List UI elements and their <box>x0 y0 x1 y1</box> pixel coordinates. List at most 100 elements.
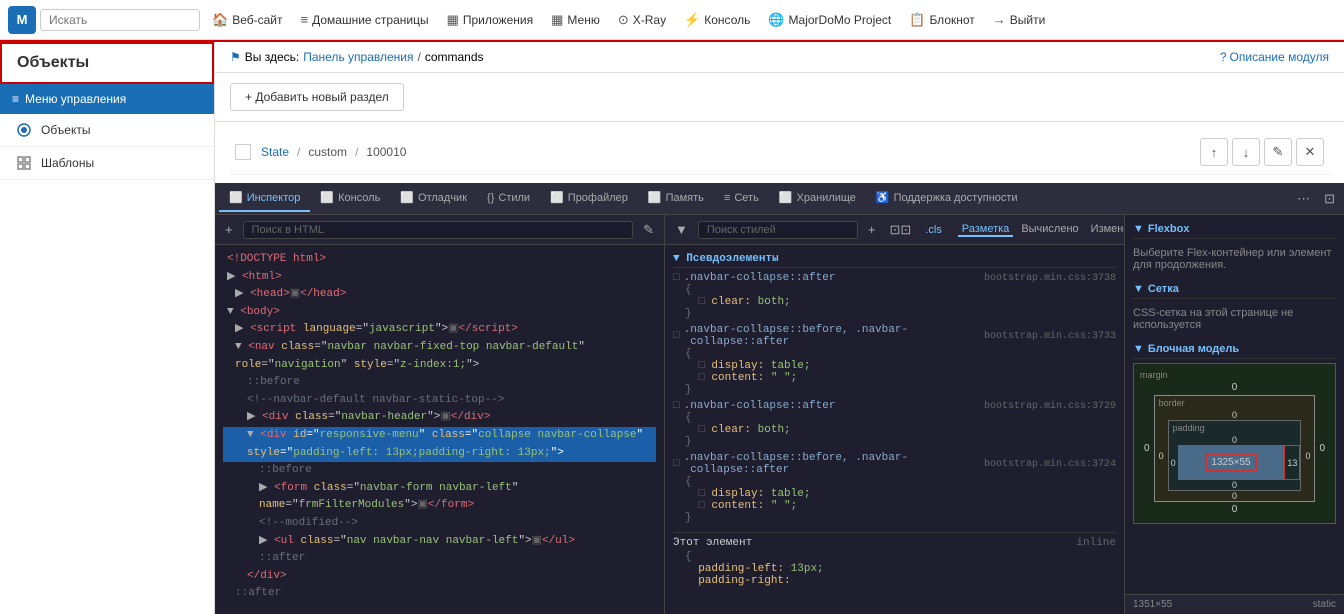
block-model-title[interactable]: ▼ Блочная модель <box>1133 343 1336 359</box>
css-add-button[interactable]: + <box>864 220 880 239</box>
debugger-tab-icon: ⬜ <box>400 191 414 204</box>
css-selector-1[interactable]: □ .navbar-collapse::after bootstrap.min.… <box>673 272 1116 284</box>
nav-item-menu[interactable]: ▦ Меню <box>543 8 608 32</box>
css-rule-1: □ .navbar-collapse::after bootstrap.min.… <box>673 272 1116 320</box>
sidebar-item-objects[interactable]: Объекты <box>0 114 214 147</box>
tab-accessibility[interactable]: ♿ Поддержка доступности <box>866 185 1028 212</box>
tab-memory[interactable]: ⬜ Память <box>638 185 714 212</box>
nav-item-console[interactable]: ⚡ Консоль <box>676 8 758 32</box>
console-icon: ⚡ <box>684 12 700 28</box>
block-model-chevron-icon: ▼ <box>1133 343 1144 355</box>
css-tab-layout[interactable]: Разметка <box>958 223 1014 237</box>
html-line-body[interactable]: ▼ <body> <box>223 304 656 322</box>
sidebar-item-templates[interactable]: Шаблоны <box>0 147 214 180</box>
sep2: / <box>355 145 358 159</box>
nav-item-home-pages[interactable]: ≡ Домашние страницы <box>292 8 436 31</box>
css-cls-button[interactable]: .cls <box>921 222 946 238</box>
row-checkbox[interactable] <box>235 144 251 160</box>
state-label[interactable]: State <box>261 145 289 159</box>
notepad-icon: 📋 <box>909 12 925 28</box>
css-tab-computed[interactable]: Вычислено <box>1017 223 1082 237</box>
html-line-after2[interactable]: ::after <box>223 585 656 603</box>
css-responsive-button[interactable]: ⊡⊡ <box>885 220 915 240</box>
html-line-head[interactable]: ▶ <head>▣</head> <box>223 286 656 304</box>
delete-button[interactable]: ✕ <box>1296 138 1324 166</box>
margin-left-value: 0 <box>1140 395 1154 502</box>
search-input[interactable] <box>40 9 200 31</box>
margin-right-value: 0 <box>1315 395 1329 502</box>
html-line-after1[interactable]: ::after <box>223 550 656 568</box>
edit-button[interactable]: ✎ <box>1264 138 1292 166</box>
devtools-extra-button[interactable]: ⋯ <box>1292 188 1315 210</box>
pages-icon: ≡ <box>300 12 308 27</box>
css-selector-2[interactable]: □ .navbar-collapse::before, .navbar- col… <box>673 324 1116 348</box>
flexbox-title[interactable]: ▼ Flexbox <box>1133 223 1336 239</box>
flag-icon: ⚑ <box>230 50 241 64</box>
nav-item-apps[interactable]: ▦ Приложения <box>439 8 542 32</box>
html-content[interactable]: <!DOCTYPE html> ▶ <html> ▶ <head>▣</head… <box>215 245 664 614</box>
css-filter-button[interactable]: ▼ <box>671 220 692 239</box>
logout-icon: → <box>993 12 1006 27</box>
top-nav-items: 🏠 Веб-сайт ≡ Домашние страницы ▦ Приложе… <box>204 8 1336 32</box>
css-selector-3[interactable]: □ .navbar-collapse::after bootstrap.min.… <box>673 400 1116 412</box>
devtools-resize-button[interactable]: ⊡ <box>1319 188 1340 210</box>
tab-profiler[interactable]: ⬜ Профайлер <box>540 185 638 212</box>
html-line-before1[interactable]: ::before <box>223 374 656 392</box>
css-tab-changes[interactable]: Изменения <box>1087 223 1125 237</box>
css-this-element-source: inline <box>1076 537 1116 549</box>
move-up-button[interactable]: ↑ <box>1200 138 1228 166</box>
html-line-form[interactable]: ▶ <form class="navbar-form navbar-left" … <box>223 480 656 515</box>
breadcrumb-you-are-here: Вы здесь: <box>245 50 299 64</box>
tab-styles[interactable]: {} Стили <box>477 186 540 212</box>
help-link[interactable]: ? Описание модуля <box>1220 50 1329 64</box>
html-edit-button[interactable]: ✎ <box>639 220 658 240</box>
html-line-comment2[interactable]: <!--navbar-default navbar-static-top--> <box>223 392 656 410</box>
padding-label: padding <box>1169 421 1301 435</box>
html-line-ul[interactable]: ▶ <ul class="nav navbar-nav navbar-left"… <box>223 533 656 551</box>
tab-console[interactable]: ⬜ Консоль <box>310 185 390 212</box>
tab-inspector[interactable]: ⬜ Инспектор <box>219 185 310 212</box>
css-search-input[interactable] <box>698 221 858 239</box>
grid-title[interactable]: ▼ Сетка <box>1133 283 1336 299</box>
html-toolbar: + ✎ <box>215 215 664 245</box>
nav-item-logout[interactable]: → Выйти <box>985 8 1054 31</box>
breadcrumb-panel-link[interactable]: Панель управления <box>303 50 413 64</box>
html-line-doctype[interactable]: <!DOCTYPE html> <box>223 251 656 269</box>
move-down-button[interactable]: ↓ <box>1232 138 1260 166</box>
html-add-button[interactable]: + <box>221 220 237 239</box>
row-content: State / custom / 100010 <box>261 145 1190 159</box>
css-this-element-rule: { padding-left: 13px; padding-right: <box>673 551 1116 587</box>
tab-storage[interactable]: ⬜ Хранилище <box>769 185 866 212</box>
tab-debugger[interactable]: ⬜ Отладчик <box>390 185 477 212</box>
flexbox-chevron-icon: ▼ <box>1133 223 1144 235</box>
table-row: State / custom / 100010 ↑ ↓ ✎ ✕ <box>230 130 1329 175</box>
css-selector-4[interactable]: □ .navbar-collapse::before, .navbar- col… <box>673 452 1116 476</box>
html-line-before2[interactable]: ::before <box>223 462 656 480</box>
apps-icon: ▦ <box>447 12 459 28</box>
html-line-nav[interactable]: ▼ <nav class="navbar navbar-fixed-top na… <box>223 339 656 374</box>
sidebar-header[interactable]: Объекты <box>0 42 214 84</box>
html-line-close-div[interactable]: </div> <box>223 568 656 586</box>
project-icon: 🌐 <box>768 12 784 28</box>
home-icon: 🏠 <box>212 12 228 28</box>
nav-item-notepad[interactable]: 📋 Блокнот <box>901 8 983 32</box>
html-line-html[interactable]: ▶ <html> <box>223 269 656 287</box>
html-line-comment3[interactable]: <!--modified--> <box>223 515 656 533</box>
templates-icon <box>15 154 33 172</box>
html-line-responsive-menu[interactable]: ▼ <div id="responsive-menu" class="colla… <box>223 427 656 462</box>
network-tab-icon: ≡ <box>724 192 730 204</box>
sidebar: Объекты ≡ Меню управления Объекты Шаблон… <box>0 42 215 614</box>
css-rule-props-4: { □ display: table; □ content: " "; } <box>673 476 1116 524</box>
sidebar-menu-header[interactable]: ≡ Меню управления <box>0 84 214 114</box>
nav-item-xray[interactable]: ⊙ X-Ray <box>610 8 674 32</box>
css-content[interactable]: ▼ Псевдоэлементы □ .navbar-collapse::aft… <box>665 245 1124 614</box>
add-section-button[interactable]: + Добавить новый раздел <box>230 83 404 111</box>
nav-item-website[interactable]: 🏠 Веб-сайт <box>204 8 290 32</box>
border-left-value: 0 <box>1155 420 1168 491</box>
html-line-navbar-header[interactable]: ▶ <div class="navbar-header">▣</div> <box>223 409 656 427</box>
html-search-input[interactable] <box>243 221 634 239</box>
nav-item-majorproject[interactable]: 🌐 MajorDoMo Project <box>760 8 899 32</box>
html-line-script[interactable]: ▶ <script language="javascript">▣</scrip… <box>223 321 656 339</box>
border-box: border 0 0 padding 0 <box>1154 395 1316 502</box>
tab-network[interactable]: ≡ Сеть <box>714 186 769 212</box>
